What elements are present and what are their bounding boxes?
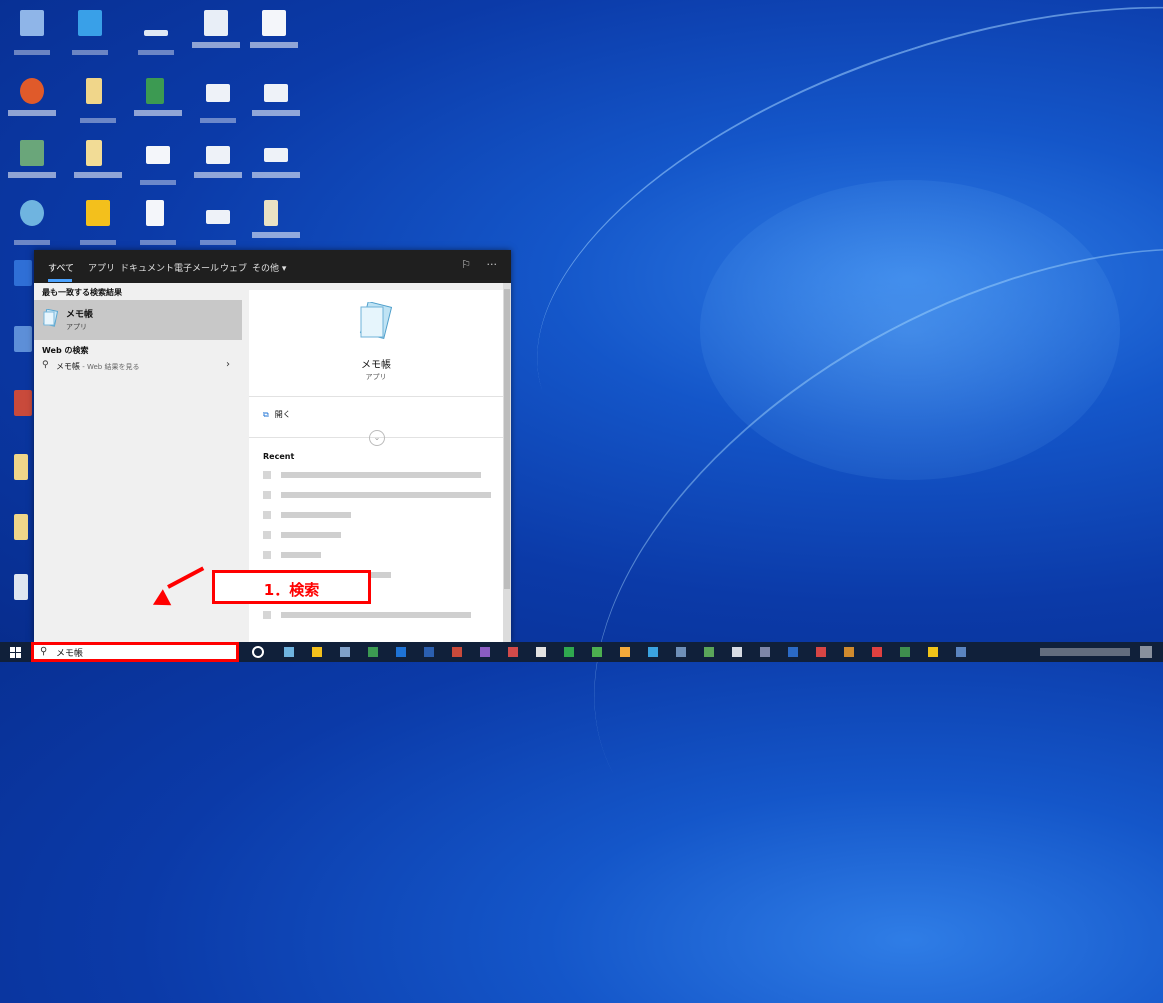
desktop-icon[interactable] bbox=[6, 6, 58, 66]
taskbar-app-icon[interactable] bbox=[844, 647, 854, 657]
desktop-icon[interactable] bbox=[72, 136, 124, 196]
desktop-icon[interactable] bbox=[132, 136, 184, 196]
taskbar-app-icon[interactable] bbox=[872, 647, 882, 657]
taskbar-app-icon[interactable] bbox=[732, 647, 742, 657]
taskbar-app-icon[interactable] bbox=[368, 647, 378, 657]
desktop-icon[interactable] bbox=[250, 74, 302, 134]
desktop-icon[interactable] bbox=[190, 6, 242, 66]
desktop-icon[interactable] bbox=[192, 136, 244, 196]
taskbar-app-icon[interactable] bbox=[620, 647, 630, 657]
web-result-query: メモ帳 bbox=[56, 362, 80, 371]
notification-icon[interactable] bbox=[1140, 646, 1152, 658]
desktop-icon[interactable] bbox=[132, 74, 184, 134]
open-label: 開く bbox=[274, 410, 291, 419]
tab-apps[interactable]: アプリ bbox=[88, 261, 115, 274]
taskbar-app-icon[interactable] bbox=[564, 647, 574, 657]
taskbar-app-icon[interactable] bbox=[340, 647, 350, 657]
windows-start-icon[interactable] bbox=[10, 647, 21, 658]
notepad-icon bbox=[43, 309, 58, 327]
best-match-name: メモ帳 bbox=[66, 310, 94, 320]
notepad-large-icon bbox=[359, 302, 392, 340]
taskbar-app-icon[interactable] bbox=[396, 647, 406, 657]
web-result-suffix: - Web 結果を見る bbox=[80, 363, 140, 371]
search-icon: ⚲ bbox=[40, 646, 48, 657]
scrollbar[interactable] bbox=[503, 283, 511, 642]
tab-more[interactable]: その他 ▾ bbox=[252, 261, 286, 274]
desktop-icon[interactable] bbox=[250, 136, 302, 196]
desktop-icon[interactable] bbox=[6, 196, 58, 256]
taskbar-app-icon[interactable] bbox=[284, 647, 294, 657]
tab-documents[interactable]: ドキュメント bbox=[120, 261, 174, 274]
chevron-down-icon[interactable]: ⌄ bbox=[369, 430, 385, 446]
desktop-icon[interactable] bbox=[72, 74, 124, 134]
desktop-icon[interactable] bbox=[130, 6, 182, 66]
cortana-icon[interactable] bbox=[252, 646, 264, 658]
more-options-icon[interactable]: ··· bbox=[487, 258, 498, 271]
desktop-icon[interactable] bbox=[132, 196, 184, 256]
preview-app-name: メモ帳 bbox=[361, 360, 391, 371]
search-icon: ⚲ bbox=[42, 360, 49, 370]
best-match-heading: 最も一致する検索結果 bbox=[42, 288, 122, 297]
panel-options: ⚐ ··· bbox=[461, 258, 497, 271]
taskbar-app-icon[interactable] bbox=[452, 647, 462, 657]
system-tray[interactable] bbox=[1040, 648, 1130, 656]
tab-web[interactable]: ウェブ bbox=[220, 261, 247, 274]
desktop-icon[interactable] bbox=[6, 74, 58, 134]
taskbar-app-icon[interactable] bbox=[900, 647, 910, 657]
tab-active-indicator bbox=[48, 279, 72, 282]
taskbar-app-icon[interactable] bbox=[676, 647, 686, 657]
open-action[interactable]: ⧉ 開く bbox=[263, 409, 291, 420]
desktop-icon[interactable] bbox=[6, 136, 58, 196]
desktop-icon[interactable] bbox=[250, 196, 302, 256]
tab-email[interactable]: 電子メール bbox=[174, 261, 219, 274]
annotation-label: 1．検索 bbox=[263, 581, 320, 599]
web-search-result[interactable]: ⚲ メモ帳 - Web 結果を見る › bbox=[34, 357, 242, 375]
feedback-icon[interactable]: ⚐ bbox=[461, 258, 471, 271]
taskbar-app-icon[interactable] bbox=[816, 647, 826, 657]
taskbar-app-icon[interactable] bbox=[956, 647, 966, 657]
taskbar-app-icon[interactable] bbox=[704, 647, 714, 657]
taskbar-app-icon[interactable] bbox=[508, 647, 518, 657]
taskbar-app-icon[interactable] bbox=[928, 647, 938, 657]
taskbar-app-icon[interactable] bbox=[424, 647, 434, 657]
web-search-heading: Web の検索 bbox=[42, 346, 89, 355]
best-match-type: アプリ bbox=[66, 323, 87, 331]
taskbar-app-icon[interactable] bbox=[480, 647, 490, 657]
taskbar-app-icon[interactable] bbox=[312, 647, 322, 657]
annotation-callout: 1．検索 bbox=[212, 570, 371, 604]
divider bbox=[249, 396, 503, 397]
desktop-icon[interactable] bbox=[72, 196, 124, 256]
taskbar-app-icon[interactable] bbox=[788, 647, 798, 657]
open-window-icon: ⧉ bbox=[263, 410, 269, 419]
preview-app-type: アプリ bbox=[365, 373, 387, 381]
best-match-result[interactable]: メモ帳 アプリ bbox=[34, 300, 242, 340]
taskbar-search-input[interactable] bbox=[56, 646, 226, 659]
taskbar-app-icon[interactable] bbox=[536, 647, 546, 657]
taskbar-app-icon[interactable] bbox=[760, 647, 770, 657]
desktop-icon[interactable] bbox=[64, 6, 116, 66]
scrollbar-thumb[interactable] bbox=[504, 289, 510, 589]
taskbar-app-icon[interactable] bbox=[648, 647, 658, 657]
desktop-icon[interactable] bbox=[192, 74, 244, 134]
desktop-icon[interactable] bbox=[192, 196, 244, 256]
search-tabs: すべて アプリ ドキュメント 電子メール ウェブ その他 ▾ ⚐ ··· bbox=[34, 250, 511, 283]
taskbar-app-icon[interactable] bbox=[592, 647, 602, 657]
tab-all[interactable]: すべて bbox=[48, 261, 74, 274]
desktop-icon[interactable] bbox=[248, 6, 300, 66]
taskbar-search-box[interactable]: ⚲ bbox=[31, 642, 239, 662]
recent-heading: Recent bbox=[263, 452, 295, 461]
chevron-right-icon: › bbox=[226, 359, 230, 370]
